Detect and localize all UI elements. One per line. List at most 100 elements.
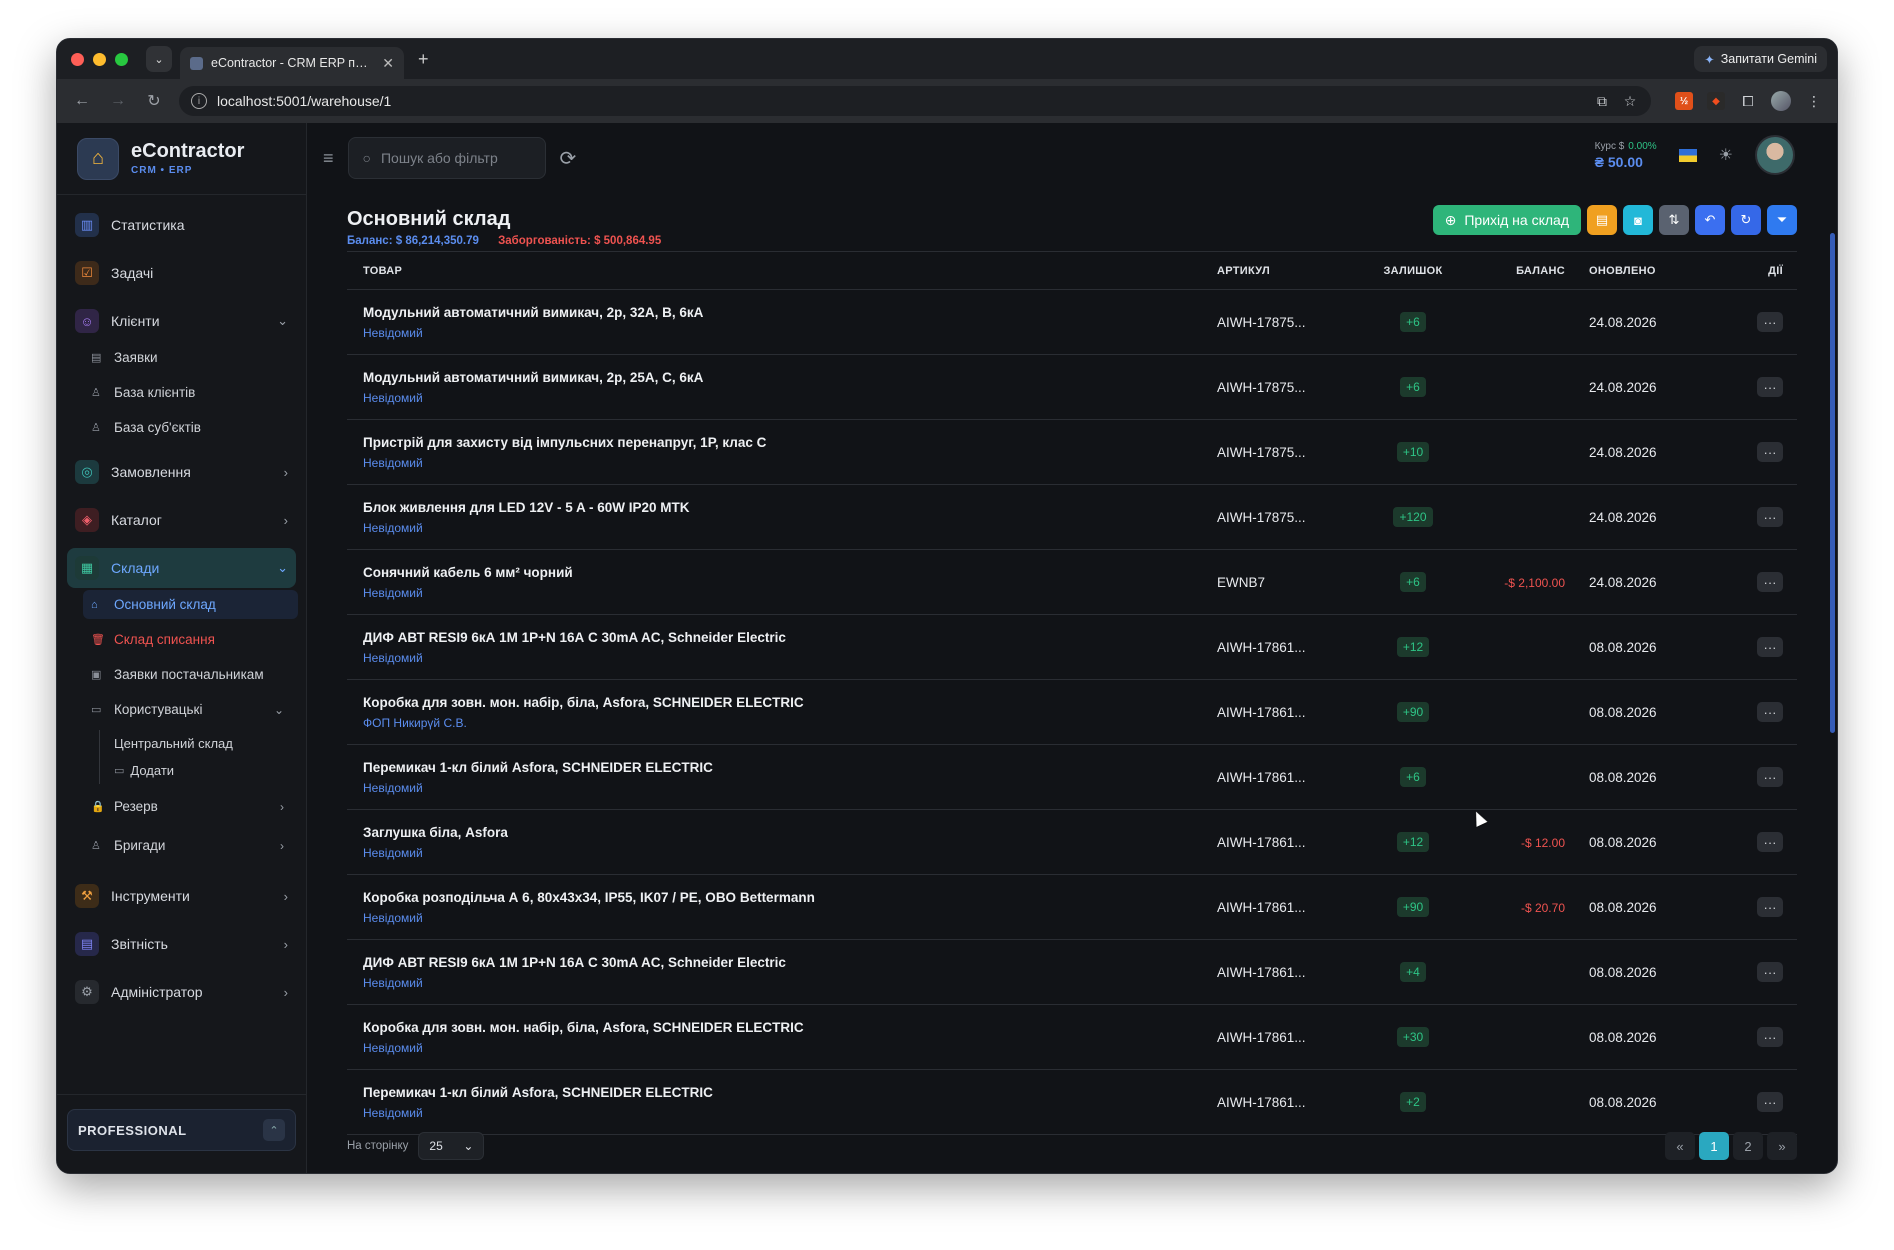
browser-menu-icon[interactable]: ⋮ <box>1805 92 1823 110</box>
back-icon[interactable]: ← <box>71 92 93 110</box>
pagination-next[interactable]: » <box>1767 1132 1797 1160</box>
plan-badge[interactable]: PROFESSIONAL ⌃ <box>67 1109 296 1151</box>
minimize-window-button[interactable] <box>93 52 106 66</box>
supplier-link[interactable]: Невідомий <box>363 391 1217 405</box>
sidebar-item-clients[interactable]: ☺ Клієнти ⌄ <box>67 301 296 341</box>
supplier-link[interactable]: Невідомий <box>363 976 1217 990</box>
more-actions-icon[interactable]: ··· <box>1757 312 1783 332</box>
extensions-puzzle-icon[interactable]: ⧠ <box>1739 92 1757 110</box>
sidebar-item-statistics[interactable]: ▥ Статистика <box>67 205 296 245</box>
return-button[interactable]: ↶ <box>1695 205 1725 235</box>
sidebar-subitem-client-base[interactable]: ♙ База клієнтів <box>67 378 296 407</box>
table-row[interactable]: Сонячний кабель 6 мм² чорний Невідомий EWN… <box>347 549 1797 615</box>
gemini-button[interactable]: ✦ Запитати Gemini <box>1694 46 1827 72</box>
extension-figma-icon[interactable]: ◆ <box>1707 92 1725 110</box>
maximize-window-button[interactable] <box>115 52 128 66</box>
sidebar-subitem-user-warehouses[interactable]: ▭ Користувацькі ⌄ <box>67 695 296 724</box>
ukraine-flag-icon[interactable] <box>1678 148 1697 162</box>
incoming-stock-button[interactable]: ⊕ Прихід на склад <box>1432 205 1581 235</box>
per-page-select[interactable]: 25 ⌄ <box>418 1132 485 1160</box>
supplier-link[interactable]: Невідомий <box>363 781 1217 795</box>
brand[interactable]: ⌂ eContractor CRM • ERP <box>57 123 306 195</box>
product-name[interactable]: ДИФ АВТ RESI9 6кА 1М 1P+N 16А С 30mA AC,… <box>363 955 1217 970</box>
more-actions-icon[interactable]: ··· <box>1757 572 1783 592</box>
menu-toggle-icon[interactable]: ≡ <box>323 148 334 169</box>
camera-button[interactable]: ◙ <box>1623 205 1653 235</box>
filter-button[interactable]: ⏷ <box>1767 205 1797 235</box>
supplier-link[interactable]: Невідомий <box>363 1041 1217 1055</box>
more-actions-icon[interactable]: ··· <box>1757 702 1783 722</box>
sidebar-subitem-requests[interactable]: ▤ Заявки <box>67 343 296 372</box>
product-name[interactable]: Коробка для зовн. мон. набір, біла, Asfo… <box>363 695 1217 710</box>
product-name[interactable]: Коробка для зовн. мон. набір, біла, Asfo… <box>363 1020 1217 1035</box>
supplier-link[interactable]: Невідомий <box>363 521 1217 535</box>
table-row[interactable]: Коробка для зовн. мон. набір, біла, Asfo… <box>347 1004 1797 1070</box>
chevron-up-icon[interactable]: ⌃ <box>263 1119 285 1141</box>
close-tab-icon[interactable]: ✕ <box>382 55 394 72</box>
main-scrollbar[interactable] <box>1830 233 1835 733</box>
sidebar-subitem-entities[interactable]: ♙ База суб'єктів <box>67 413 296 442</box>
document-button[interactable]: ▤ <box>1587 205 1617 235</box>
supplier-link[interactable]: Невідомий <box>363 1106 1217 1120</box>
product-name[interactable]: Сонячний кабель 6 мм² чорний <box>363 565 1217 580</box>
extension-orange-icon[interactable]: ½ <box>1675 92 1693 110</box>
column-header-balance[interactable]: БАЛАНС <box>1453 251 1573 290</box>
search-input[interactable]: ○ Пошук або фільтр <box>347 137 546 179</box>
sidebar-subitem-supplier-requests[interactable]: ▣ Заявки постачальникам <box>67 660 296 689</box>
sidebar-item-warehouses[interactable]: ▦ Склади ⌄ <box>67 548 296 588</box>
table-row[interactable]: ДИФ АВТ RESI9 6кА 1М 1P+N 16А С 30mA AC,… <box>347 614 1797 680</box>
tab-search-button[interactable]: ⌄ <box>146 46 172 72</box>
refresh-button[interactable]: ↻ <box>1731 205 1761 235</box>
table-row[interactable]: Пристрій для захисту від імпульсних пере… <box>347 419 1797 485</box>
reload-icon[interactable]: ↻ <box>143 91 165 111</box>
more-actions-icon[interactable]: ··· <box>1757 832 1783 852</box>
more-actions-icon[interactable]: ··· <box>1757 637 1783 657</box>
product-name[interactable]: Заглушка біла, Asfora <box>363 825 1217 840</box>
product-name[interactable]: Блок живлення для LED 12V - 5 A - 60W IP… <box>363 500 1217 515</box>
sidebar-item-orders[interactable]: ◎ Замовлення › <box>67 452 296 492</box>
supplier-link[interactable]: Невідомий <box>363 651 1217 665</box>
supplier-link[interactable]: Невідомий <box>363 911 1217 925</box>
pagination-page-2[interactable]: 2 <box>1733 1132 1763 1160</box>
bookmark-star-icon[interactable]: ☆ <box>1621 92 1639 110</box>
column-header-sku[interactable]: АРТИКУЛ <box>1217 251 1373 290</box>
pagination-prev[interactable]: « <box>1665 1132 1695 1160</box>
more-actions-icon[interactable]: ··· <box>1757 1092 1783 1112</box>
supplier-link[interactable]: Невідомий <box>363 846 1217 860</box>
sidebar-subitem-main-warehouse[interactable]: ⌂ Основний склад <box>83 590 298 619</box>
table-row[interactable]: Коробка розподільча А 6, 80х43х34, IP55,… <box>347 874 1797 940</box>
product-name[interactable]: Перемикач 1-кл білий Asfora, SCHNEIDER E… <box>363 1085 1217 1100</box>
browser-tab[interactable]: eContractor - CRM ERP плат ✕ <box>180 47 404 79</box>
sidebar-item-catalog[interactable]: ◈ Каталог › <box>67 500 296 540</box>
more-actions-icon[interactable]: ··· <box>1757 442 1783 462</box>
column-header-product[interactable]: ТОВАР <box>347 251 1217 290</box>
forward-icon[interactable]: → <box>107 92 129 110</box>
sidebar-subitem-writeoff[interactable]: 🗑 Склад списання <box>67 625 296 654</box>
column-header-stock[interactable]: ЗАЛИШОК <box>1373 251 1453 290</box>
table-row[interactable]: ДИФ АВТ RESI9 6кА 1М 1P+N 16А С 30mA AC,… <box>347 939 1797 1005</box>
product-name[interactable]: Перемикач 1-кл білий Asfora, SCHNEIDER E… <box>363 760 1217 775</box>
table-row[interactable]: Модульний автоматичний вимикач, 2р, 32А,… <box>347 289 1797 355</box>
table-row[interactable]: Модульний автоматичний вимикач, 2р, 25А,… <box>347 354 1797 420</box>
more-actions-icon[interactable]: ··· <box>1757 507 1783 527</box>
sidebar-subitem-reserve[interactable]: 🔒 Резерв › <box>67 792 296 821</box>
theme-toggle-icon[interactable]: ☀ <box>1719 145 1733 165</box>
table-row[interactable]: Блок живлення для LED 12V - 5 A - 60W IP… <box>347 484 1797 550</box>
pagination-page-1[interactable]: 1 <box>1699 1132 1729 1160</box>
product-name[interactable]: Коробка розподільча А 6, 80х43х34, IP55,… <box>363 890 1217 905</box>
sidebar-item-admin[interactable]: ⚙ Адміністратор › <box>67 972 296 1012</box>
more-actions-icon[interactable]: ··· <box>1757 767 1783 787</box>
more-actions-icon[interactable]: ··· <box>1757 377 1783 397</box>
tree-item-central[interactable]: Центральний склад <box>114 730 296 757</box>
table-row[interactable]: Коробка для зовн. мон. набір, біла, Asfo… <box>347 679 1797 745</box>
sidebar-item-tasks[interactable]: ☑ Задачі <box>67 253 296 293</box>
more-actions-icon[interactable]: ··· <box>1757 962 1783 982</box>
table-row[interactable]: Перемикач 1-кл білий Asfora, SCHNEIDER E… <box>347 1069 1797 1135</box>
product-name[interactable]: Модульний автоматичний вимикач, 2р, 25А,… <box>363 370 1217 385</box>
install-app-icon[interactable]: ⧉ <box>1593 92 1611 110</box>
tree-item-add[interactable]: ▭ Додати <box>114 757 296 784</box>
more-actions-icon[interactable]: ··· <box>1757 897 1783 917</box>
adjust-button[interactable]: ⇅ <box>1659 205 1689 235</box>
table-row[interactable]: Заглушка біла, Asfora Невідомий AIWH-17861… <box>347 809 1797 875</box>
sidebar-item-reports[interactable]: ▤ Звітність › <box>67 924 296 964</box>
